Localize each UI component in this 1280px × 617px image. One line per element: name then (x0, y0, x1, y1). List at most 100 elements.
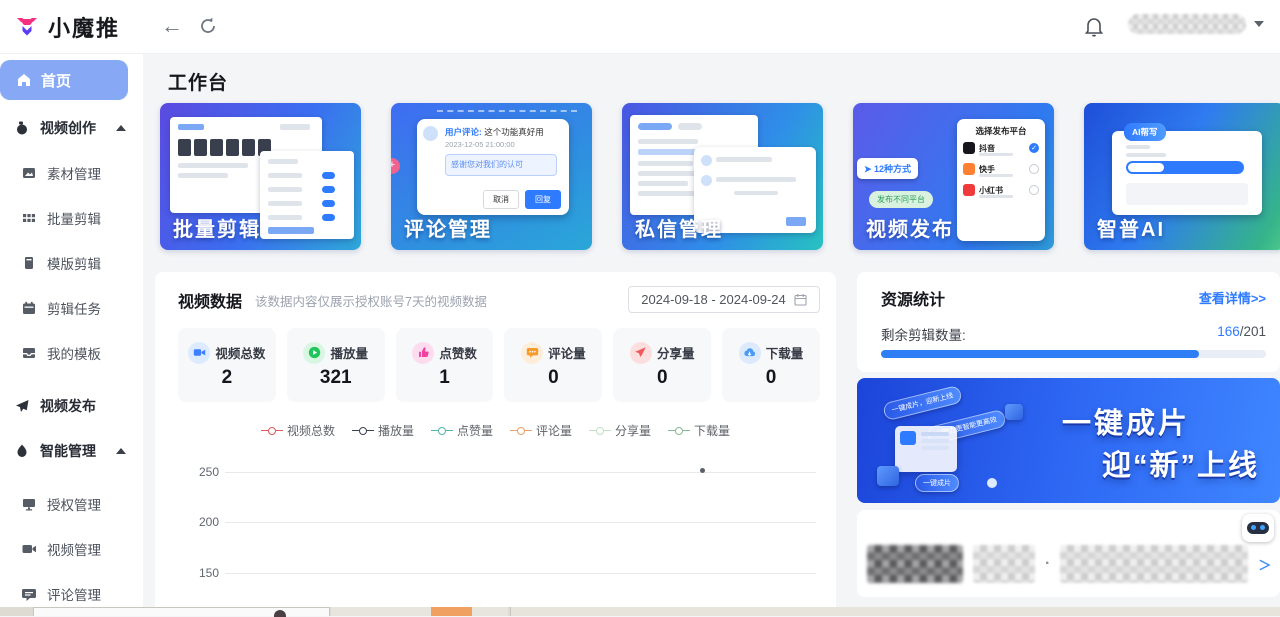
thumb-up-icon (412, 342, 434, 364)
legend-item[interactable]: 播放量 (352, 422, 414, 439)
card-title: 智普AI (1097, 213, 1165, 242)
legend-marker (431, 426, 453, 435)
comment-bubble-icon (21, 586, 37, 602)
sidebar-item-video-creation[interactable]: 视频创作 (0, 105, 143, 150)
y-tick: 200 (185, 515, 219, 529)
sidebar-item-template-edit[interactable]: 模版剪辑 (0, 240, 143, 285)
card-illustration-popup (260, 151, 354, 239)
sidebar-item-label: 授权管理 (47, 494, 101, 514)
home-icon (16, 72, 32, 88)
legend-item[interactable]: 评论量 (510, 422, 572, 439)
banner-pill: 一键成片，迎新上线 (882, 385, 963, 422)
date-range-value: 2024-09-18 - 2024-09-24 (641, 292, 786, 307)
legend-marker (261, 426, 283, 435)
sidebar-item-smart-manage[interactable]: 智能管理 (0, 428, 143, 473)
resource-panel: 资源统计 查看详情>> 剩余剪辑数量: 166/201 (857, 272, 1280, 372)
image-icon (21, 165, 37, 181)
sidebar-item-home[interactable]: 首页 (0, 60, 128, 100)
xiaohongshu-icon (963, 184, 975, 196)
refresh-icon[interactable] (194, 12, 222, 40)
sidebar-item-label: 视频管理 (47, 539, 101, 559)
banner-headline-2: 迎“新”上线 (1102, 442, 1259, 484)
reply-button: 回复 (525, 190, 561, 209)
sidebar-item-video-manage[interactable]: 视频管理 (0, 526, 143, 571)
archive-icon (21, 345, 37, 361)
cloud-download-icon (739, 342, 761, 364)
masked-content-row: · ＞ (867, 544, 1271, 584)
data-point (700, 468, 705, 473)
taskbar-segment[interactable] (510, 607, 1280, 616)
sidebar: 首页 视频创作 素材管理 批量剪辑 模版剪辑 剪辑任务 (0, 54, 143, 616)
platform-row-douyin: 抖音 ✓ (963, 142, 1039, 154)
taskbar-partial (0, 607, 1280, 616)
video-data-panel: 视频数据 该数据内容仅展示授权账号7天的视频数据 2024-09-18 - 20… (155, 272, 836, 616)
ink-bottle-icon (14, 120, 30, 136)
sidebar-item-edit-task[interactable]: 剪辑任务 (0, 285, 143, 330)
legend-marker (589, 426, 611, 435)
stat-comments: 评论量 0 (504, 328, 602, 402)
taskbar-segment[interactable] (472, 607, 508, 616)
page-title: 工作台 (168, 68, 228, 95)
chevron-right-icon: ＞ (1258, 555, 1271, 574)
banner-cube (877, 466, 899, 486)
sidebar-item-label: 批量剪辑 (47, 208, 101, 228)
cancel-button: 取消 (483, 190, 519, 209)
sidebar-item-label: 我的模板 (47, 343, 101, 363)
separator-dot: · (1045, 555, 1050, 573)
app-root: 小魔推 ← 首页 视频创作 (0, 0, 1280, 616)
grid-icon (21, 210, 37, 226)
section-title: 视频数据 (178, 288, 242, 312)
sidebar-list: 视频创作 素材管理 批量剪辑 模版剪辑 剪辑任务 我的模板 (0, 105, 143, 616)
workbench-card-batch-edit[interactable]: 批量剪辑 (160, 103, 361, 250)
workbench-card-dm-manage[interactable]: 私信管理 (622, 103, 823, 250)
taskbar-segment[interactable] (331, 607, 431, 616)
view-details-link[interactable]: 查看详情>> (1199, 288, 1266, 307)
account-menu[interactable] (1128, 14, 1264, 34)
taskbar-window[interactable] (33, 607, 330, 616)
legend-item[interactable]: 点赞量 (431, 422, 493, 439)
app-logo[interactable]: 小魔推 (14, 11, 120, 43)
video-camera-icon (21, 541, 37, 557)
legend-item[interactable]: 下载量 (668, 422, 730, 439)
taskbar-segment-orange[interactable] (431, 607, 472, 616)
sidebar-item-auth-manage[interactable]: 授权管理 (0, 481, 143, 526)
card-title: 评论管理 (404, 213, 492, 242)
workbench-card-comment-manage[interactable]: + 用户评论: 这个功能真好用 2023-12-05 21:00:00 感谢您对… (391, 103, 592, 250)
platform-row-xiaohongshu: 小红书 (963, 184, 1039, 196)
ai-input-bar (1126, 161, 1244, 174)
sidebar-item-label: 首页 (41, 70, 71, 91)
robot-assistant-icon[interactable] (1242, 514, 1274, 542)
account-name-masked (1128, 14, 1246, 34)
calendar-small-icon (794, 293, 807, 306)
banner-headline-1: 一键成片 (1062, 400, 1190, 442)
banner-ball (987, 478, 997, 488)
back-arrow-icon[interactable]: ← (158, 12, 186, 40)
date-range-picker[interactable]: 2024-09-18 - 2024-09-24 (628, 286, 820, 313)
tag-12-ways: ➤ 12种方式 (857, 158, 918, 179)
avatar (423, 126, 438, 141)
legend-marker (510, 426, 532, 435)
y-tick: 150 (185, 566, 219, 580)
bell-icon[interactable] (1082, 14, 1106, 38)
y-tick: 250 (185, 465, 219, 479)
sidebar-item-my-templates[interactable]: 我的模板 (0, 330, 143, 375)
monitor-icon (21, 496, 37, 512)
promo-banner[interactable]: 一键成片，迎新上线 AI助力更智能更高效 一键成片 一键成片 迎“新”上线 (857, 378, 1280, 503)
logo-text: 小魔推 (48, 11, 120, 43)
sidebar-item-batch-edit[interactable]: 批量剪辑 (0, 195, 143, 240)
card-title: 私信管理 (635, 213, 723, 242)
sidebar-item-material[interactable]: 素材管理 (0, 150, 143, 195)
sidebar-item-label: 剪辑任务 (47, 298, 101, 318)
comment-icon (521, 342, 543, 364)
sidebar-item-video-publish[interactable]: 视频发布 (0, 383, 143, 428)
gridline (225, 522, 816, 523)
platform-subtext (979, 174, 1013, 177)
masked-info-card: · ＞ (857, 510, 1280, 597)
paper-plane-icon (14, 398, 30, 414)
legend-item[interactable]: 分享量 (589, 422, 651, 439)
caret-up-icon (116, 125, 126, 131)
workbench-card-video-publish[interactable]: ➤ 12种方式 发布不同平台 选择发布平台 抖音 ✓ 快手 小红书 (853, 103, 1054, 250)
workbench-card-zhipu-ai[interactable]: AI帮写 智普AI (1084, 103, 1280, 250)
stat-video-total: 视频总数 2 (178, 328, 276, 402)
legend-item[interactable]: 视频总数 (261, 422, 335, 439)
